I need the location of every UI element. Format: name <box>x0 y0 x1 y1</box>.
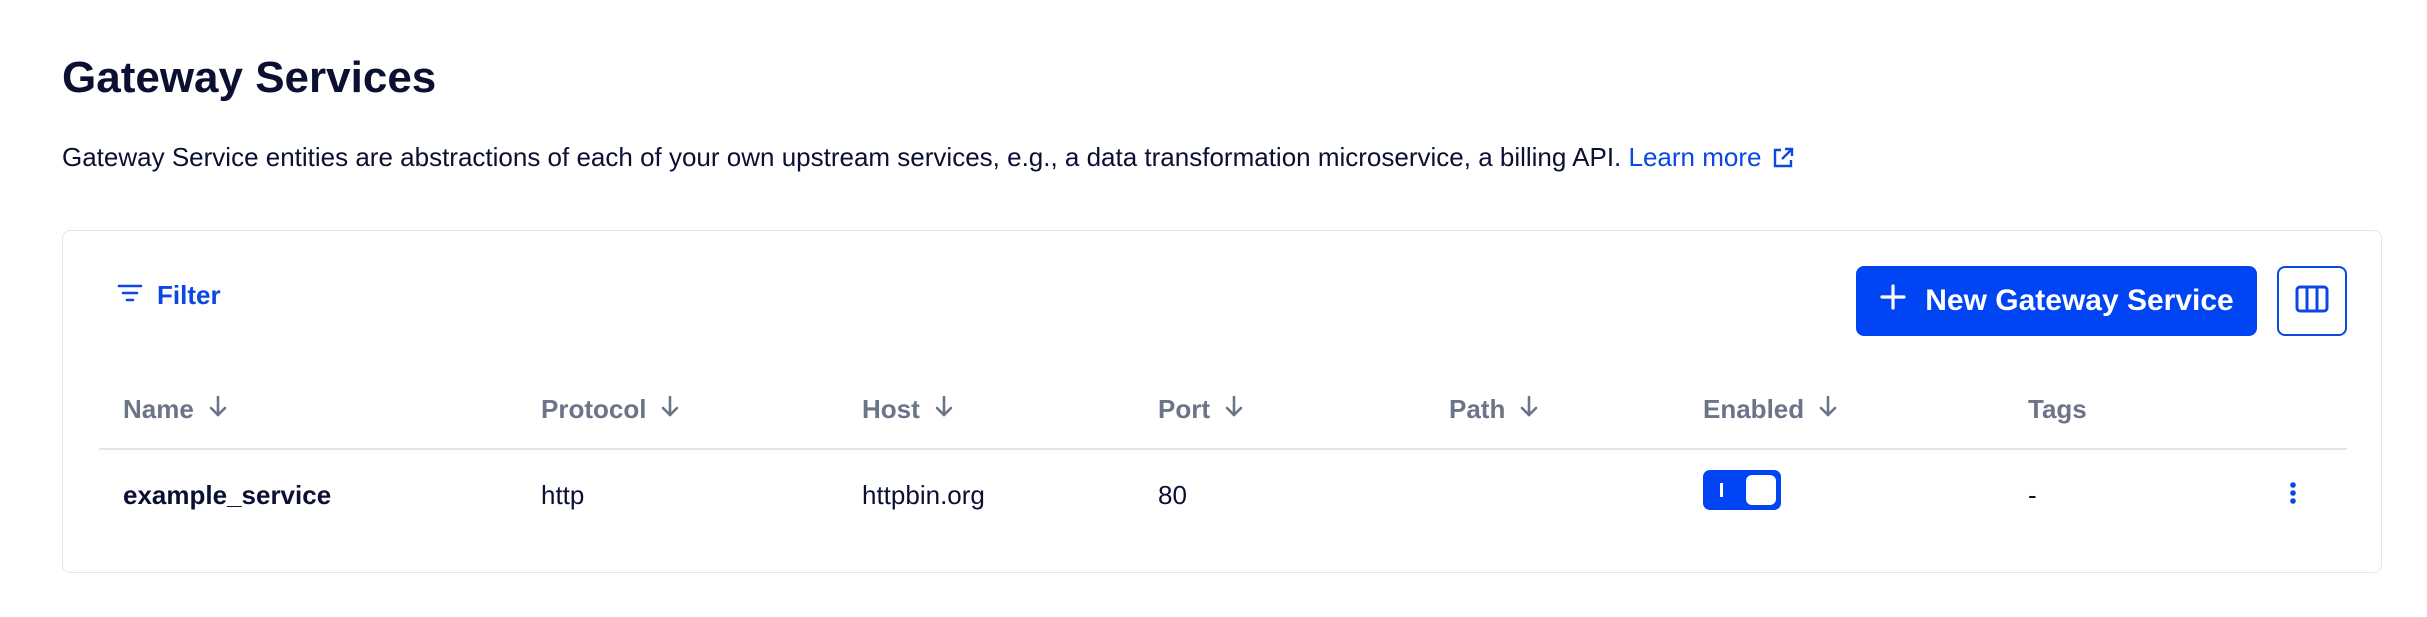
column-header-label: Tags <box>2028 394 2087 424</box>
toggle-on-indicator <box>1720 483 1723 497</box>
column-header-port[interactable]: Port <box>1158 394 1244 425</box>
column-header-label: Port <box>1158 394 1210 424</box>
column-header-label: Path <box>1449 394 1506 424</box>
row-port-cell: 80 <box>1158 480 1187 510</box>
column-header-label: Host <box>862 394 920 424</box>
row-actions-button[interactable] <box>2278 478 2308 512</box>
new-gateway-service-button[interactable]: New Gateway Service <box>1856 266 2257 336</box>
column-header-label: Protocol <box>541 394 647 424</box>
row-name-cell[interactable]: example_service <box>123 478 331 512</box>
new-gateway-service-label: New Gateway Service <box>1925 284 2234 317</box>
filter-label: Filter <box>157 280 221 310</box>
kebab-menu-icon <box>2289 481 2297 510</box>
row-host-cell: httpbin.org <box>862 480 985 510</box>
filter-button[interactable]: Filter <box>117 280 221 311</box>
sort-arrow-icon <box>1818 394 1838 425</box>
column-header-host[interactable]: Host <box>862 394 954 425</box>
external-link-icon <box>1771 144 1795 178</box>
column-header-name[interactable]: Name <box>123 394 228 425</box>
sort-arrow-icon <box>934 394 954 425</box>
columns-icon <box>2295 285 2329 318</box>
enabled-toggle[interactable] <box>1703 470 1781 510</box>
column-header-path[interactable]: Path <box>1449 394 1539 425</box>
sort-arrow-icon <box>208 394 228 425</box>
sort-arrow-icon <box>1519 394 1539 425</box>
learn-more-label: Learn more <box>1628 142 1762 172</box>
table-header-divider <box>99 448 2347 450</box>
description-text: Gateway Service entities are abstraction… <box>62 142 1622 172</box>
column-header-label: Enabled <box>1703 394 1805 424</box>
column-header-enabled[interactable]: Enabled <box>1703 394 1838 425</box>
column-visibility-button[interactable] <box>2277 266 2347 336</box>
page-title: Gateway Services <box>62 53 437 102</box>
learn-more-link[interactable]: Learn more <box>1629 142 1796 172</box>
filter-icon <box>117 280 143 311</box>
page-description: Gateway Service entities are abstraction… <box>62 140 1795 178</box>
sort-arrow-icon <box>660 394 680 425</box>
sort-arrow-icon <box>1224 394 1244 425</box>
row-tags-cell: - <box>2028 480 2037 510</box>
column-header-protocol[interactable]: Protocol <box>541 394 680 425</box>
column-header-tags: Tags <box>2028 394 2087 425</box>
toggle-knob <box>1746 475 1776 505</box>
row-protocol-cell: http <box>541 480 585 510</box>
plus-icon <box>1879 283 1907 319</box>
column-header-label: Name <box>123 394 194 424</box>
